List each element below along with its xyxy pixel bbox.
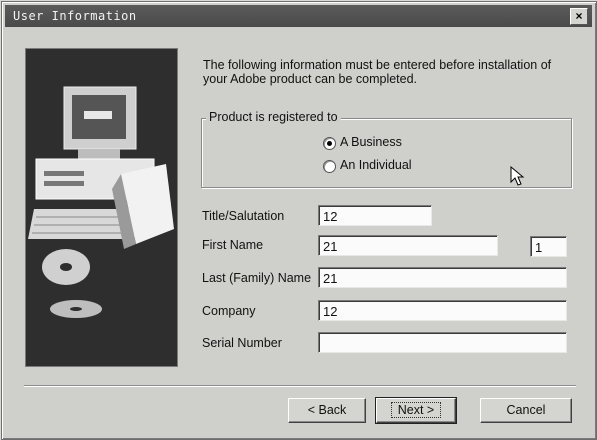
mouse-cursor-icon: [510, 166, 525, 186]
button-separator: [24, 385, 576, 387]
radio-a-business[interactable]: [323, 137, 336, 150]
serial-number-input[interactable]: [318, 332, 567, 353]
company-label: Company: [202, 304, 256, 318]
company-input[interactable]: 12: [318, 300, 567, 321]
back-button[interactable]: < Back: [288, 398, 366, 423]
radio-label-a-business[interactable]: A Business: [340, 135, 402, 149]
registration-group-label: Product is registered to: [206, 110, 341, 124]
window-title: User Information: [13, 9, 137, 23]
first-name-input[interactable]: 21: [318, 235, 498, 256]
next-button-label: Next >: [390, 402, 442, 418]
intro-text: The following information must be entere…: [203, 58, 552, 86]
computer-illustration: [25, 48, 178, 367]
next-button[interactable]: Next >: [375, 397, 457, 424]
serial-number-label: Serial Number: [202, 336, 282, 350]
last-name-label: Last (Family) Name: [202, 271, 312, 285]
last-name-input[interactable]: 21: [318, 267, 567, 288]
cancel-button-label: Cancel: [506, 403, 546, 417]
first-name-label: First Name: [202, 238, 264, 252]
title-label: Title/Salutation: [202, 209, 285, 223]
back-button-label: < Back: [307, 403, 347, 417]
title-bar[interactable]: User Information ×: [5, 5, 592, 27]
title-input[interactable]: 12: [318, 205, 432, 226]
middle-initial-input[interactable]: 1: [530, 236, 567, 257]
close-icon[interactable]: ×: [570, 8, 588, 25]
radio-an-individual[interactable]: [323, 160, 336, 173]
cancel-button[interactable]: Cancel: [480, 398, 572, 423]
radio-label-an-individual[interactable]: An Individual: [340, 158, 412, 172]
